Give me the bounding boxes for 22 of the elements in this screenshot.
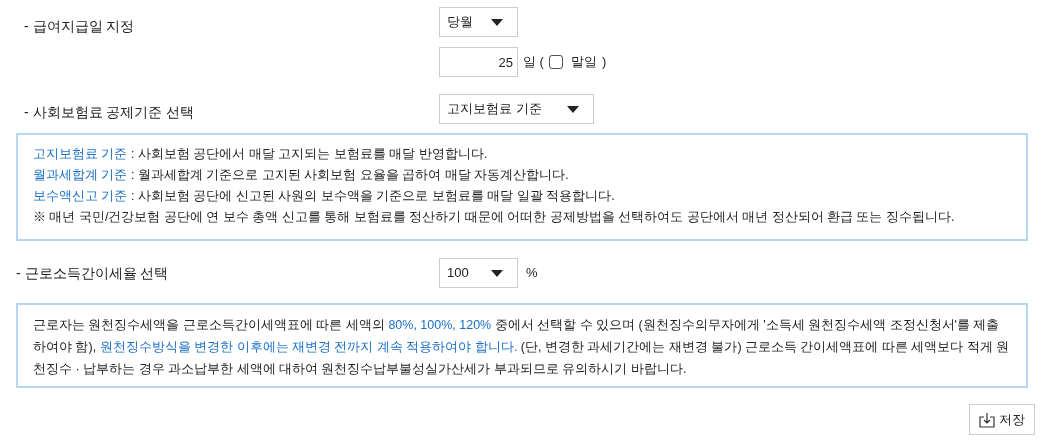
caret-icon bbox=[491, 269, 503, 277]
info-line: 월과세합계 기준 : 월과세합계 기준으로 고지된 사회보험 요율을 곱하여 매달 자동계산합니다. bbox=[33, 167, 570, 184]
dropdown[interactable]: 고지보험료 기준 bbox=[439, 94, 594, 124]
last-day-checkbox[interactable] bbox=[548, 55, 563, 69]
save-button[interactable]: 저장 bbox=[969, 404, 1035, 435]
field-label: - 사회보험료 공제기준 선택 bbox=[24, 104, 195, 120]
field-label: - 근로소득간이세율 선택 bbox=[16, 265, 169, 281]
download-icon bbox=[979, 411, 995, 428]
day-unit: 일 ( bbox=[523, 53, 544, 72]
info-line: 보수액신고 기준 : 사회보험 공단에 신고된 사원의 보수액을 기준으로 보험료를 매달 일괄 적용합니다. bbox=[33, 188, 616, 205]
caret-icon bbox=[491, 18, 503, 26]
field-label: - 급여지급일 지정 bbox=[24, 18, 135, 34]
close-paren: ) bbox=[601, 53, 607, 72]
info-note: ※ 매년 국민/건강보험 공단에 연 보수 총액 신고를 통해 보험료를 정산하기 때문에 어떠한 공제방법을 선택하여도 공단에서 매년 정산되어 환급 또는 징수됩니다. bbox=[33, 209, 956, 226]
day-input[interactable]: 25 bbox=[439, 47, 518, 77]
info-line: 고지보험료 기준 : 사회보험 공단에서 매달 고지되는 보험료를 매달 반영합니다. bbox=[33, 146, 489, 163]
caret-icon bbox=[567, 105, 579, 113]
info-paragraph: 근로자는 원천징수세액을 근로소득간이세액표에 따른 세액의 80%, 100%, 120% 중에서 선택할 수 있으며 (원천징수의무자에게 '소득세 원천징수세액 조정신청서'를 제출하여야 함), 원천징수방식을 변경한 이후에는 재변경 전까지 계속 적용하여야 합니다. (단, 변경한 과세기간에는 재변경 불가) 근로소득 간이세액표에 따른 세액보다 적게 원천징수 · 납부하는 경우 과소납부한 세액에 대하여 원천징수납부불성실가산세가 부과되므로 유의하시기 바랍니다. bbox=[33, 317, 1011, 378]
dropdown[interactable]: 100 bbox=[439, 258, 518, 288]
percent-unit: % bbox=[526, 264, 538, 283]
dropdown[interactable]: 당월 bbox=[439, 7, 518, 37]
last-day-label: 말일 bbox=[570, 53, 597, 72]
